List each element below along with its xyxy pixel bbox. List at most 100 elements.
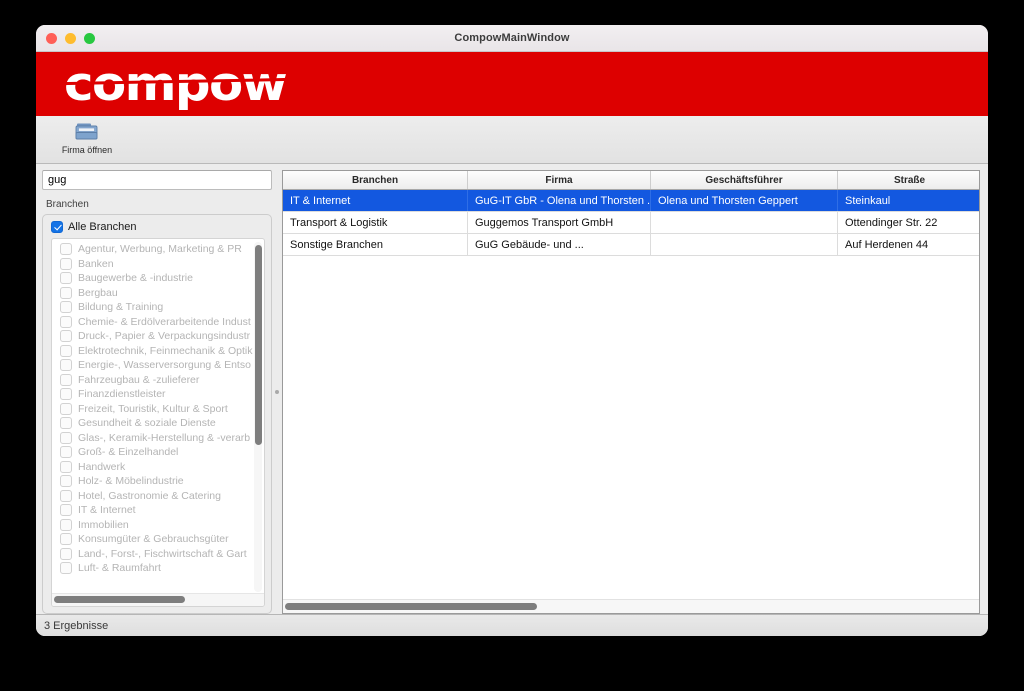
- branch-checkbox[interactable]: [60, 359, 72, 372]
- branch-checkbox[interactable]: [60, 475, 72, 488]
- branch-list-item[interactable]: Gesundheit & soziale Dienste: [52, 416, 264, 431]
- results-table-panel: Branchen Firma Geschäftsführer Straße IT & …: [282, 170, 980, 614]
- branch-checkbox[interactable]: [60, 489, 72, 502]
- panel-splitter[interactable]: [272, 170, 282, 614]
- splitter-handle-dot: [275, 390, 279, 394]
- open-company-button[interactable]: Firma öffnen: [50, 119, 124, 155]
- branch-label: Freizeit, Touristik, Kultur & Sport: [78, 402, 228, 415]
- branch-checkbox[interactable]: [60, 272, 72, 285]
- zoom-button[interactable]: [84, 32, 95, 44]
- branch-list-item[interactable]: IT & Internet: [52, 503, 264, 518]
- branch-checkbox[interactable]: [60, 446, 72, 459]
- table-header-strasse[interactable]: Straße: [838, 171, 981, 189]
- branch-checkbox[interactable]: [60, 388, 72, 401]
- table-cell-firma: Guggemos Transport GmbH: [468, 212, 651, 233]
- close-button[interactable]: [46, 32, 57, 44]
- branch-label: IT & Internet: [78, 504, 136, 517]
- minimize-button[interactable]: [65, 32, 76, 44]
- branch-checkbox[interactable]: [60, 344, 72, 357]
- branch-checkbox[interactable]: [60, 330, 72, 343]
- all-branchen-checkbox-row[interactable]: Alle Branchen: [51, 221, 265, 233]
- branch-list-item[interactable]: Luft- & Raumfahrt: [52, 561, 264, 576]
- branch-label: Elektrotechnik, Feinmechanik & Optik: [78, 344, 253, 357]
- branch-label: Finanzdienstleister: [78, 388, 166, 401]
- branch-label: Konsumgüter & Gebrauchsgüter: [78, 533, 229, 546]
- branch-checkbox[interactable]: [60, 504, 72, 517]
- traffic-light-buttons: [46, 25, 95, 51]
- branch-checkbox[interactable]: [60, 562, 72, 575]
- table-horizontal-scrollbar[interactable]: [283, 599, 979, 613]
- branch-checkbox[interactable]: [60, 286, 72, 299]
- search-input[interactable]: [42, 170, 272, 190]
- table-header-geschaeftsfuehrer[interactable]: Geschäftsführer: [651, 171, 838, 189]
- branch-label: Chemie- & Erdölverarbeitende Indust: [78, 315, 251, 328]
- status-bar: 3 Ergebnisse: [36, 614, 988, 636]
- branch-checkbox[interactable]: [60, 518, 72, 531]
- branch-checkbox[interactable]: [60, 402, 72, 415]
- table-row[interactable]: Sonstige Branchen GuG Gebäude- und ... Auf…: [283, 234, 979, 256]
- sidebar-horizontal-scrollbar-thumb[interactable]: [54, 596, 185, 603]
- branch-label: Holz- & Möbelindustrie: [78, 475, 184, 488]
- all-branchen-checkbox[interactable]: [51, 221, 63, 233]
- branch-list-item[interactable]: Groß- & Einzelhandel: [52, 445, 264, 460]
- branch-checkbox[interactable]: [60, 315, 72, 328]
- compow-logo: compow: [64, 56, 288, 112]
- branch-checkbox[interactable]: [60, 431, 72, 444]
- branch-label: Glas-, Keramik-Herstellung & -verarb: [78, 431, 251, 444]
- branch-label: Groß- & Einzelhandel: [78, 446, 179, 459]
- branch-list-container: Agentur, Werbung, Marketing & PR Banken Ba…: [51, 238, 265, 607]
- branch-list-item[interactable]: Energie-, Wasserversorgung & Entso: [52, 358, 264, 373]
- table-cell-firma: GuG Gebäude- und ...: [468, 234, 651, 255]
- branch-list-item[interactable]: Glas-, Keramik-Herstellung & -verarb: [52, 431, 264, 446]
- branch-list-item[interactable]: Druck-, Papier & Verpackungsindustr: [52, 329, 264, 344]
- branch-list-item[interactable]: Hotel, Gastronomie & Catering: [52, 489, 264, 504]
- branch-list-item[interactable]: Finanzdienstleister: [52, 387, 264, 402]
- branch-list-item[interactable]: Bergbau: [52, 286, 264, 301]
- table-cell-strasse: Auf Herdenen 44: [845, 238, 929, 251]
- branch-checkbox[interactable]: [60, 257, 72, 270]
- branch-list-item[interactable]: Baugewerbe & -industrie: [52, 271, 264, 286]
- branch-list-item[interactable]: Land-, Forst-, Fischwirtschaft & Gart: [52, 547, 264, 562]
- branch-list-item[interactable]: Agentur, Werbung, Marketing & PR: [52, 242, 264, 257]
- branch-list-item[interactable]: Konsumgüter & Gebrauchsgüter: [52, 532, 264, 547]
- branch-checkbox[interactable]: [60, 547, 72, 560]
- branch-label: Bergbau: [78, 286, 118, 299]
- branch-checkbox[interactable]: [60, 301, 72, 314]
- table-row[interactable]: Transport & Logistik Guggemos Transport G…: [283, 212, 979, 234]
- branch-list-item[interactable]: Holz- & Möbelindustrie: [52, 474, 264, 489]
- table-cell-geschaeftsfuehrer: [651, 212, 838, 233]
- branchen-group-label: Branchen: [46, 199, 89, 210]
- branch-list-item[interactable]: Handwerk: [52, 460, 264, 475]
- branch-label: Fahrzeugbau & -zulieferer: [78, 373, 200, 386]
- branch-list-item[interactable]: Freizeit, Touristik, Kultur & Sport: [52, 402, 264, 417]
- sidebar-vertical-scrollbar-thumb[interactable]: [254, 245, 262, 445]
- sidebar-vertical-scrollbar[interactable]: [254, 242, 262, 592]
- branch-list-item[interactable]: Banken: [52, 257, 264, 272]
- table-header-firma[interactable]: Firma: [468, 171, 651, 189]
- branch-label: Luft- & Raumfahrt: [78, 562, 161, 575]
- branch-checkbox[interactable]: [60, 460, 72, 473]
- table-horizontal-scrollbar-thumb[interactable]: [285, 603, 537, 610]
- branch-checkbox[interactable]: [60, 243, 72, 256]
- branch-checkbox[interactable]: [60, 373, 72, 386]
- branch-list-item[interactable]: Bildung & Training: [52, 300, 264, 315]
- branch-list-item[interactable]: Immobilien: [52, 518, 264, 533]
- table-body[interactable]: IT & Internet GuG-IT GbR - Olena und Thor…: [283, 190, 979, 599]
- branch-list-item[interactable]: Fahrzeugbau & -zulieferer: [52, 373, 264, 388]
- sidebar-horizontal-scrollbar[interactable]: [52, 593, 264, 606]
- branch-label: Energie-, Wasserversorgung & Entso: [78, 359, 251, 372]
- branch-list[interactable]: Agentur, Werbung, Marketing & PR Banken Ba…: [52, 239, 264, 593]
- branch-label: Immobilien: [78, 518, 129, 531]
- table-cell-strasse: Ottendinger Str. 22: [845, 216, 938, 229]
- branch-checkbox[interactable]: [60, 533, 72, 546]
- table-header-branchen[interactable]: Branchen: [283, 171, 468, 189]
- table-cell-branchen: IT & Internet: [283, 190, 468, 211]
- branch-label: Druck-, Papier & Verpackungsindustr: [78, 330, 251, 343]
- branch-label: Gesundheit & soziale Dienste: [78, 417, 216, 430]
- branch-label: Banken: [78, 257, 114, 270]
- branchen-filter-group: Alle Branchen Agentur, Werbung, Marketin…: [42, 214, 272, 614]
- branch-list-item[interactable]: Chemie- & Erdölverarbeitende Indust: [52, 315, 264, 330]
- branch-list-item[interactable]: Elektrotechnik, Feinmechanik & Optik: [52, 344, 264, 359]
- branch-checkbox[interactable]: [60, 417, 72, 430]
- table-row[interactable]: IT & Internet GuG-IT GbR - Olena und Thor…: [283, 190, 979, 212]
